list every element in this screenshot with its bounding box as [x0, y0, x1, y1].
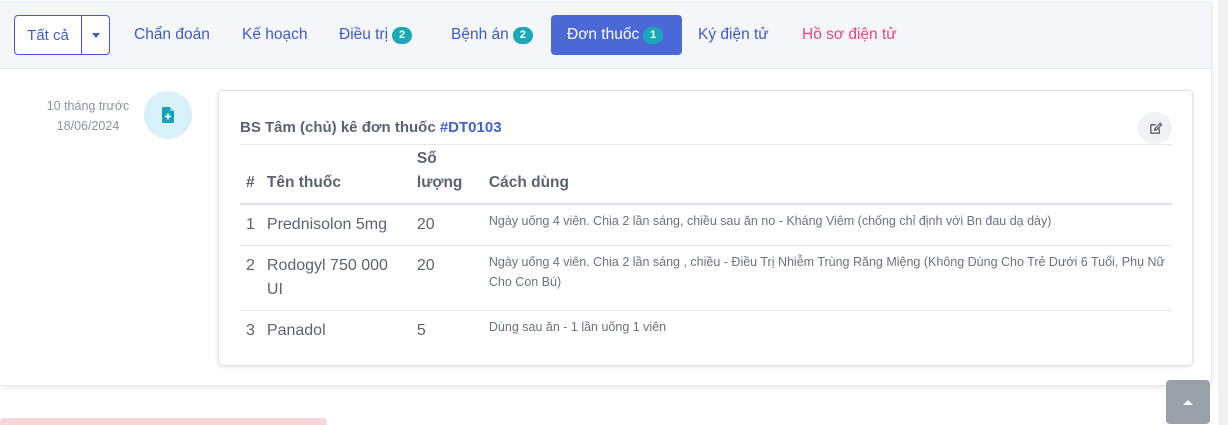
- table-row: 3 Panadol 5 Dùng sau ăn - 1 lần uống 1 v…: [240, 311, 1172, 352]
- tab-don-thuoc[interactable]: Đơn thuốc 1: [551, 15, 682, 55]
- column-header-name: Tên thuốc: [260, 147, 411, 205]
- page: Tất cả Chẩn đoán Kế hoạch Điều trị 2 Bện…: [0, 0, 1228, 425]
- tab-benh-an[interactable]: Bệnh án 2: [435, 15, 549, 55]
- caret-down-icon: [91, 32, 100, 38]
- table-row: 1 Prednisolon 5mg 20 Ngày uống 4 viên. C…: [240, 204, 1172, 246]
- prescription-author: BS Tâm (chủ) kê đơn thuốc: [240, 119, 440, 136]
- tab-bar: Tất cả Chẩn đoán Kế hoạch Điều trị 2 Bện…: [0, 3, 1211, 69]
- prescription-card: BS Tâm (chủ) kê đơn thuốc #DT0103 # Tên …: [218, 90, 1193, 366]
- tab-label: Kế hoạch: [242, 26, 308, 43]
- filter-label[interactable]: Tất cả: [15, 16, 81, 54]
- column-header-qty: Số lượng: [410, 147, 483, 205]
- count-badge: 2: [512, 26, 533, 44]
- filter-caret-button[interactable]: [81, 16, 109, 54]
- entry-date: 18/06/2024: [56, 119, 120, 133]
- prescription-title: BS Tâm (chủ) kê đơn thuốc #DT0103: [240, 119, 502, 136]
- drug-qty: 20: [410, 245, 483, 311]
- tab-label: Hồ sơ điện tử: [802, 26, 897, 43]
- tab-label: Đơn thuốc: [567, 26, 640, 43]
- next-section-strip: [0, 418, 327, 425]
- drug-qty: 5: [416, 322, 426, 339]
- table-row: 2 Rodogyl 750 000 UI 20 Ngày uống 4 viên…: [240, 245, 1172, 311]
- drug-usage: Dùng sau ăn - 1 lần uống 1 viên: [488, 320, 667, 334]
- column-header-qty-line1: Số: [416, 150, 437, 167]
- patient-record-panel: Tất cả Chẩn đoán Kế hoạch Điều trị 2 Bện…: [0, 2, 1212, 386]
- drug-name: Rodogyl 750 000 UI: [260, 245, 411, 311]
- drug-qty: 20: [410, 204, 483, 246]
- timeline-marker: [144, 91, 192, 139]
- column-header-qty-line2: lượng: [416, 174, 463, 191]
- file-add-icon: [162, 107, 174, 123]
- tab-label: Ký điện tử: [698, 26, 769, 43]
- count-badge: 2: [392, 26, 413, 44]
- scroll-to-top-button[interactable]: [1166, 380, 1210, 424]
- divider: [240, 144, 1172, 145]
- column-header-usage: Cách dùng: [482, 147, 1172, 205]
- tab-ho-so-dien-tu[interactable]: Hồ sơ điện tử: [786, 15, 913, 55]
- chevron-up-icon: [1183, 400, 1193, 405]
- timeline-meta: 10 tháng trước 18/06/2024: [36, 96, 140, 136]
- edit-icon: [1149, 122, 1162, 134]
- tab-ky-dien-tu[interactable]: Ký điện tử: [682, 15, 785, 55]
- tab-dieu-tri[interactable]: Điều trị 2: [323, 15, 428, 55]
- row-index: 1: [240, 204, 261, 246]
- row-index: 2: [240, 245, 261, 311]
- drug-usage: Ngày uống 4 viên. Chia 2 lần sáng , chiề…: [482, 245, 1172, 311]
- tab-chan-doan[interactable]: Chẩn đoán: [118, 15, 226, 55]
- filter-dropdown[interactable]: Tất cả: [14, 15, 110, 55]
- tab-label: Bệnh án: [451, 26, 509, 43]
- relative-time: 10 tháng trước: [46, 99, 130, 113]
- table-header-row: # Tên thuốc Số lượng Cách dùng: [240, 147, 1172, 205]
- drug-name: Prednisolon 5mg: [260, 204, 411, 246]
- column-header-index: #: [240, 147, 261, 205]
- prescription-table: # Tên thuốc Số lượng Cách dùng 1 Prednis…: [240, 147, 1172, 351]
- drug-usage: Ngày uống 4 viên. Chia 2 lần sáng, chiều…: [482, 204, 1172, 246]
- edit-button[interactable]: [1138, 112, 1172, 144]
- page-scrollbar[interactable]: [1218, 0, 1228, 425]
- tab-label: Chẩn đoán: [134, 26, 210, 43]
- prescription-code[interactable]: #DT0103: [440, 119, 502, 136]
- row-index: 3: [246, 322, 255, 339]
- tab-label: Điều trị: [339, 26, 389, 43]
- drug-name: Panadol: [266, 322, 326, 339]
- count-badge: 1: [643, 26, 664, 44]
- tab-ke-hoach[interactable]: Kế hoạch: [226, 15, 324, 55]
